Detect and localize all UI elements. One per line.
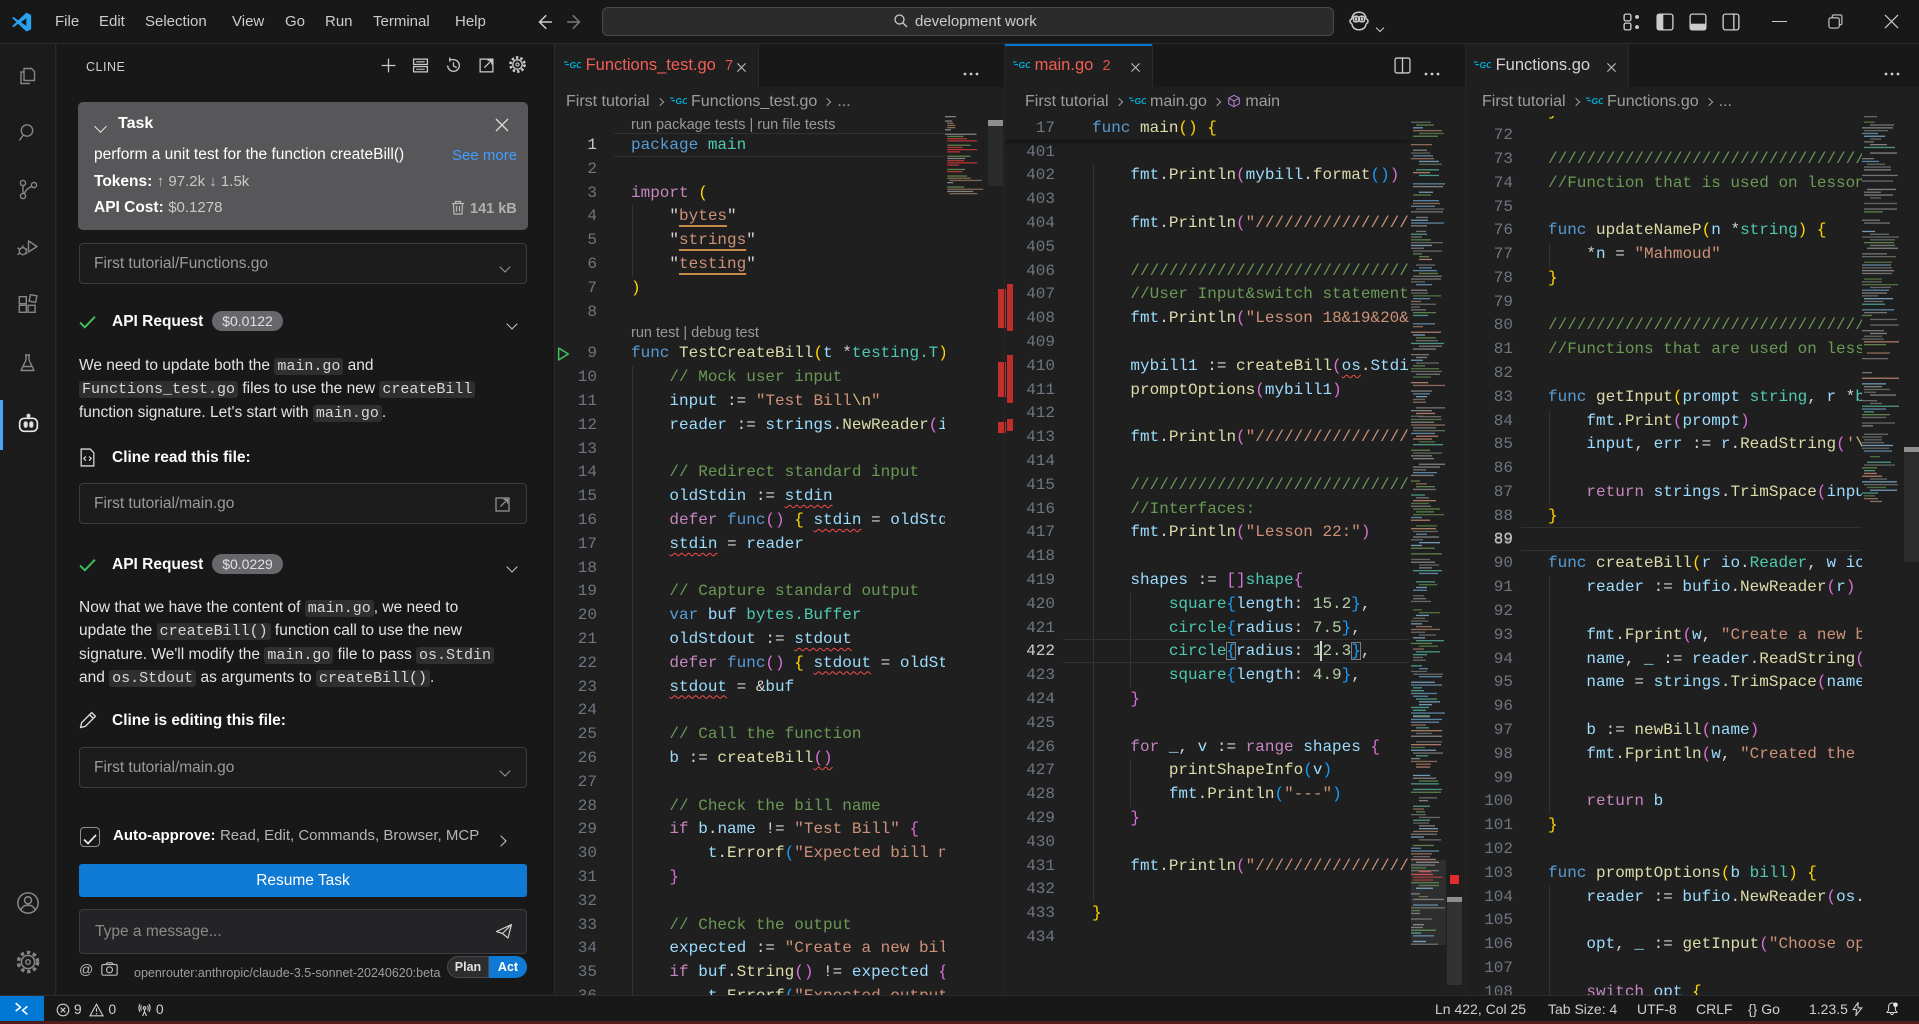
svg-text:GO: GO bbox=[1019, 60, 1031, 70]
svg-text:GO: GO bbox=[570, 60, 582, 70]
svg-text:GO: GO bbox=[1134, 96, 1146, 106]
svg-text:GO: GO bbox=[1591, 96, 1603, 106]
svg-text:GO: GO bbox=[1480, 60, 1492, 70]
svg-text:GO: GO bbox=[675, 96, 687, 106]
